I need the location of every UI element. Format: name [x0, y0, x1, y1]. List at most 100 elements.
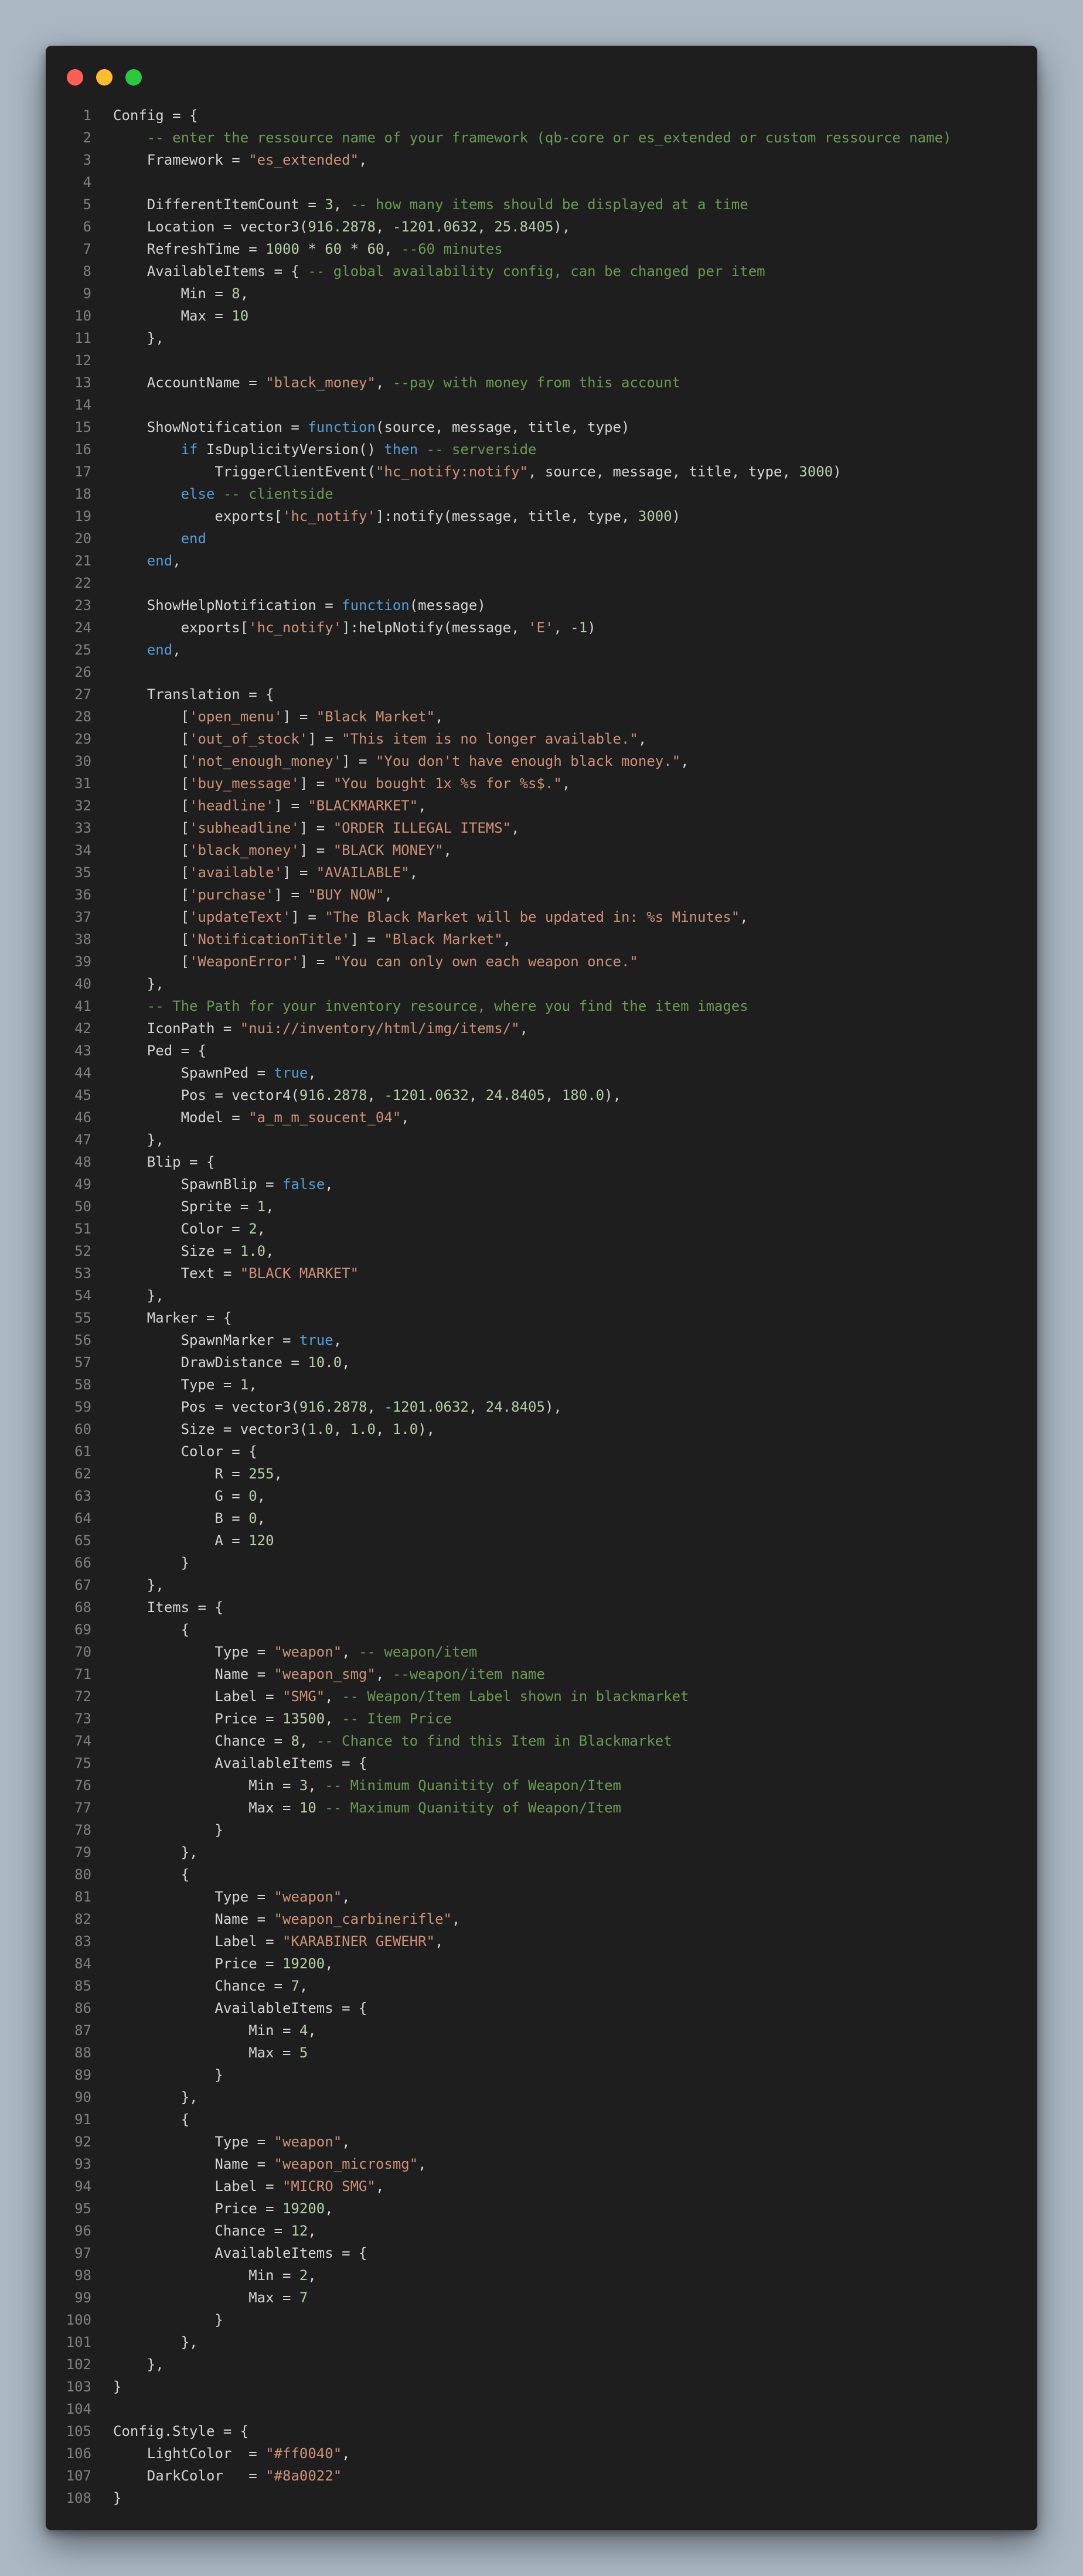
code-token: (message)	[409, 597, 486, 614]
code-line: 30 ['not_enough_money'] = "You don't hav…	[46, 750, 1037, 772]
code-text: Label = "MICRO SMG",	[113, 2175, 384, 2197]
code-token: ,	[680, 753, 689, 769]
code-token: {	[113, 2111, 190, 2128]
code-token: ShowNotification =	[113, 419, 308, 435]
code-token: SpawnBlip =	[113, 1176, 282, 1192]
code-token: 1	[240, 1376, 249, 1393]
code-line: 56 SpawnMarker = true,	[46, 1329, 1037, 1351]
code-line: 78 }	[46, 1819, 1037, 1841]
line-number: 102	[66, 2356, 91, 2373]
code-token: "BLACK MONEY"	[333, 842, 444, 858]
code-text: },	[113, 1129, 164, 1151]
code-token: -- global availability config, can be ch…	[308, 263, 765, 280]
code-token: [	[113, 753, 190, 769]
code-token: "weapon_microsmg"	[274, 2156, 418, 2172]
code-token: ,	[257, 1221, 266, 1237]
code-text: Size = 1.0,	[113, 1240, 274, 1262]
code-token: -- enter the ressource name of your fram…	[147, 130, 952, 146]
code-text: ['purchase'] = "BUY NOW",	[113, 884, 393, 906]
code-text: Config = {	[113, 104, 198, 127]
code-token: 0	[248, 1510, 257, 1526]
line-number: 5	[83, 196, 91, 213]
line-number: 94	[74, 2178, 91, 2195]
code-token: AvailableItems = {	[113, 263, 308, 280]
code-token: 10.0	[308, 1354, 342, 1371]
line-number: 42	[74, 1020, 91, 1037]
code-token: Max =	[113, 2289, 299, 2306]
code-token: 'purchase'	[189, 887, 274, 903]
minimize-window-button[interactable]	[96, 69, 113, 86]
code-token: ,	[248, 1376, 257, 1393]
code-line: 2 -- enter the ressource name of your fr…	[46, 127, 1037, 149]
code-token: ] =	[299, 820, 333, 836]
code-token: 19200	[282, 1955, 325, 1972]
code-text: Location = vector3(916.2878, -1201.0632,…	[113, 216, 571, 238]
code-token: 1.0	[240, 1243, 266, 1259]
code-line: 21 end,	[46, 550, 1037, 572]
line-number: 101	[66, 2334, 91, 2350]
code-editor[interactable]: 1 Config = {2 -- enter the ressource name…	[46, 104, 1037, 2509]
line-number: 23	[74, 597, 91, 614]
code-line: 64 B = 0,	[46, 1507, 1037, 1529]
line-number: 50	[74, 1198, 91, 1215]
line-number: 53	[74, 1265, 91, 1282]
code-token: ,	[172, 642, 181, 658]
code-token: ] =	[274, 887, 308, 903]
code-token: ,	[553, 619, 571, 636]
code-line: 77 Max = 10 -- Maximum Quanitity of Weap…	[46, 1797, 1037, 1819]
code-token: }	[113, 1555, 190, 1571]
code-text: end,	[113, 550, 181, 572]
code-token: -- clientside	[223, 486, 333, 502]
code-token: ] =	[291, 909, 325, 925]
code-text: Text = "BLACK MARKET"	[113, 1262, 359, 1284]
code-text: }	[113, 2309, 223, 2331]
code-token: ,	[274, 1466, 282, 1482]
line-number: 35	[74, 864, 91, 881]
line-number: 70	[74, 1644, 91, 1660]
code-token: Text =	[113, 1265, 240, 1282]
code-token: 2	[299, 2267, 308, 2284]
code-text: end,	[113, 639, 181, 661]
code-line: 50 Sprite = 1,	[46, 1195, 1037, 1218]
code-token: 8	[291, 1733, 299, 1749]
code-token: ),	[553, 219, 571, 235]
code-token: "Black Market"	[384, 931, 503, 948]
code-line: 103}	[46, 2376, 1037, 2398]
code-text: Pos = vector4(916.2878, -1201.0632, 24.8…	[113, 1084, 621, 1106]
code-text: B = 0,	[113, 1507, 265, 1529]
code-token: Max =	[113, 1800, 299, 1816]
line-number: 22	[74, 575, 91, 591]
code-token: [	[113, 708, 190, 725]
code-text: else -- clientside	[113, 483, 333, 505]
code-line: 99 Max = 7	[46, 2287, 1037, 2309]
code-text: Type = 1,	[113, 1374, 257, 1396]
close-window-button[interactable]	[67, 69, 83, 86]
code-token: Price =	[113, 1710, 282, 1727]
line-number: 27	[74, 686, 91, 703]
code-token: }	[113, 2490, 122, 2506]
maximize-window-button[interactable]	[125, 69, 142, 86]
code-token: ,	[502, 931, 512, 948]
code-text: }	[113, 2376, 121, 2398]
code-line: 52 Size = 1.0,	[46, 1240, 1037, 1262]
code-token: ,	[519, 1020, 529, 1037]
code-line: 18 else -- clientside	[46, 483, 1037, 505]
line-number: 10	[74, 308, 91, 324]
code-token: Chance =	[113, 1733, 291, 1749]
code-token: -- Item Price	[342, 1710, 452, 1727]
code-token: "weapon"	[274, 1644, 342, 1660]
line-number: 40	[74, 976, 91, 992]
code-text: if IsDuplicityVersion() then -- serversi…	[113, 438, 537, 461]
code-token: [	[113, 842, 190, 858]
code-text: exports['hc_notify']:helpNotify(message,…	[113, 616, 596, 639]
code-token: ,	[342, 2134, 350, 2150]
code-token: 'updateText'	[189, 909, 291, 925]
code-token: ,	[359, 152, 367, 168]
line-number: 90	[74, 2089, 91, 2105]
code-token: Items = {	[113, 1599, 223, 1616]
code-token: exports[	[113, 508, 282, 524]
line-number: 57	[74, 1354, 91, 1371]
